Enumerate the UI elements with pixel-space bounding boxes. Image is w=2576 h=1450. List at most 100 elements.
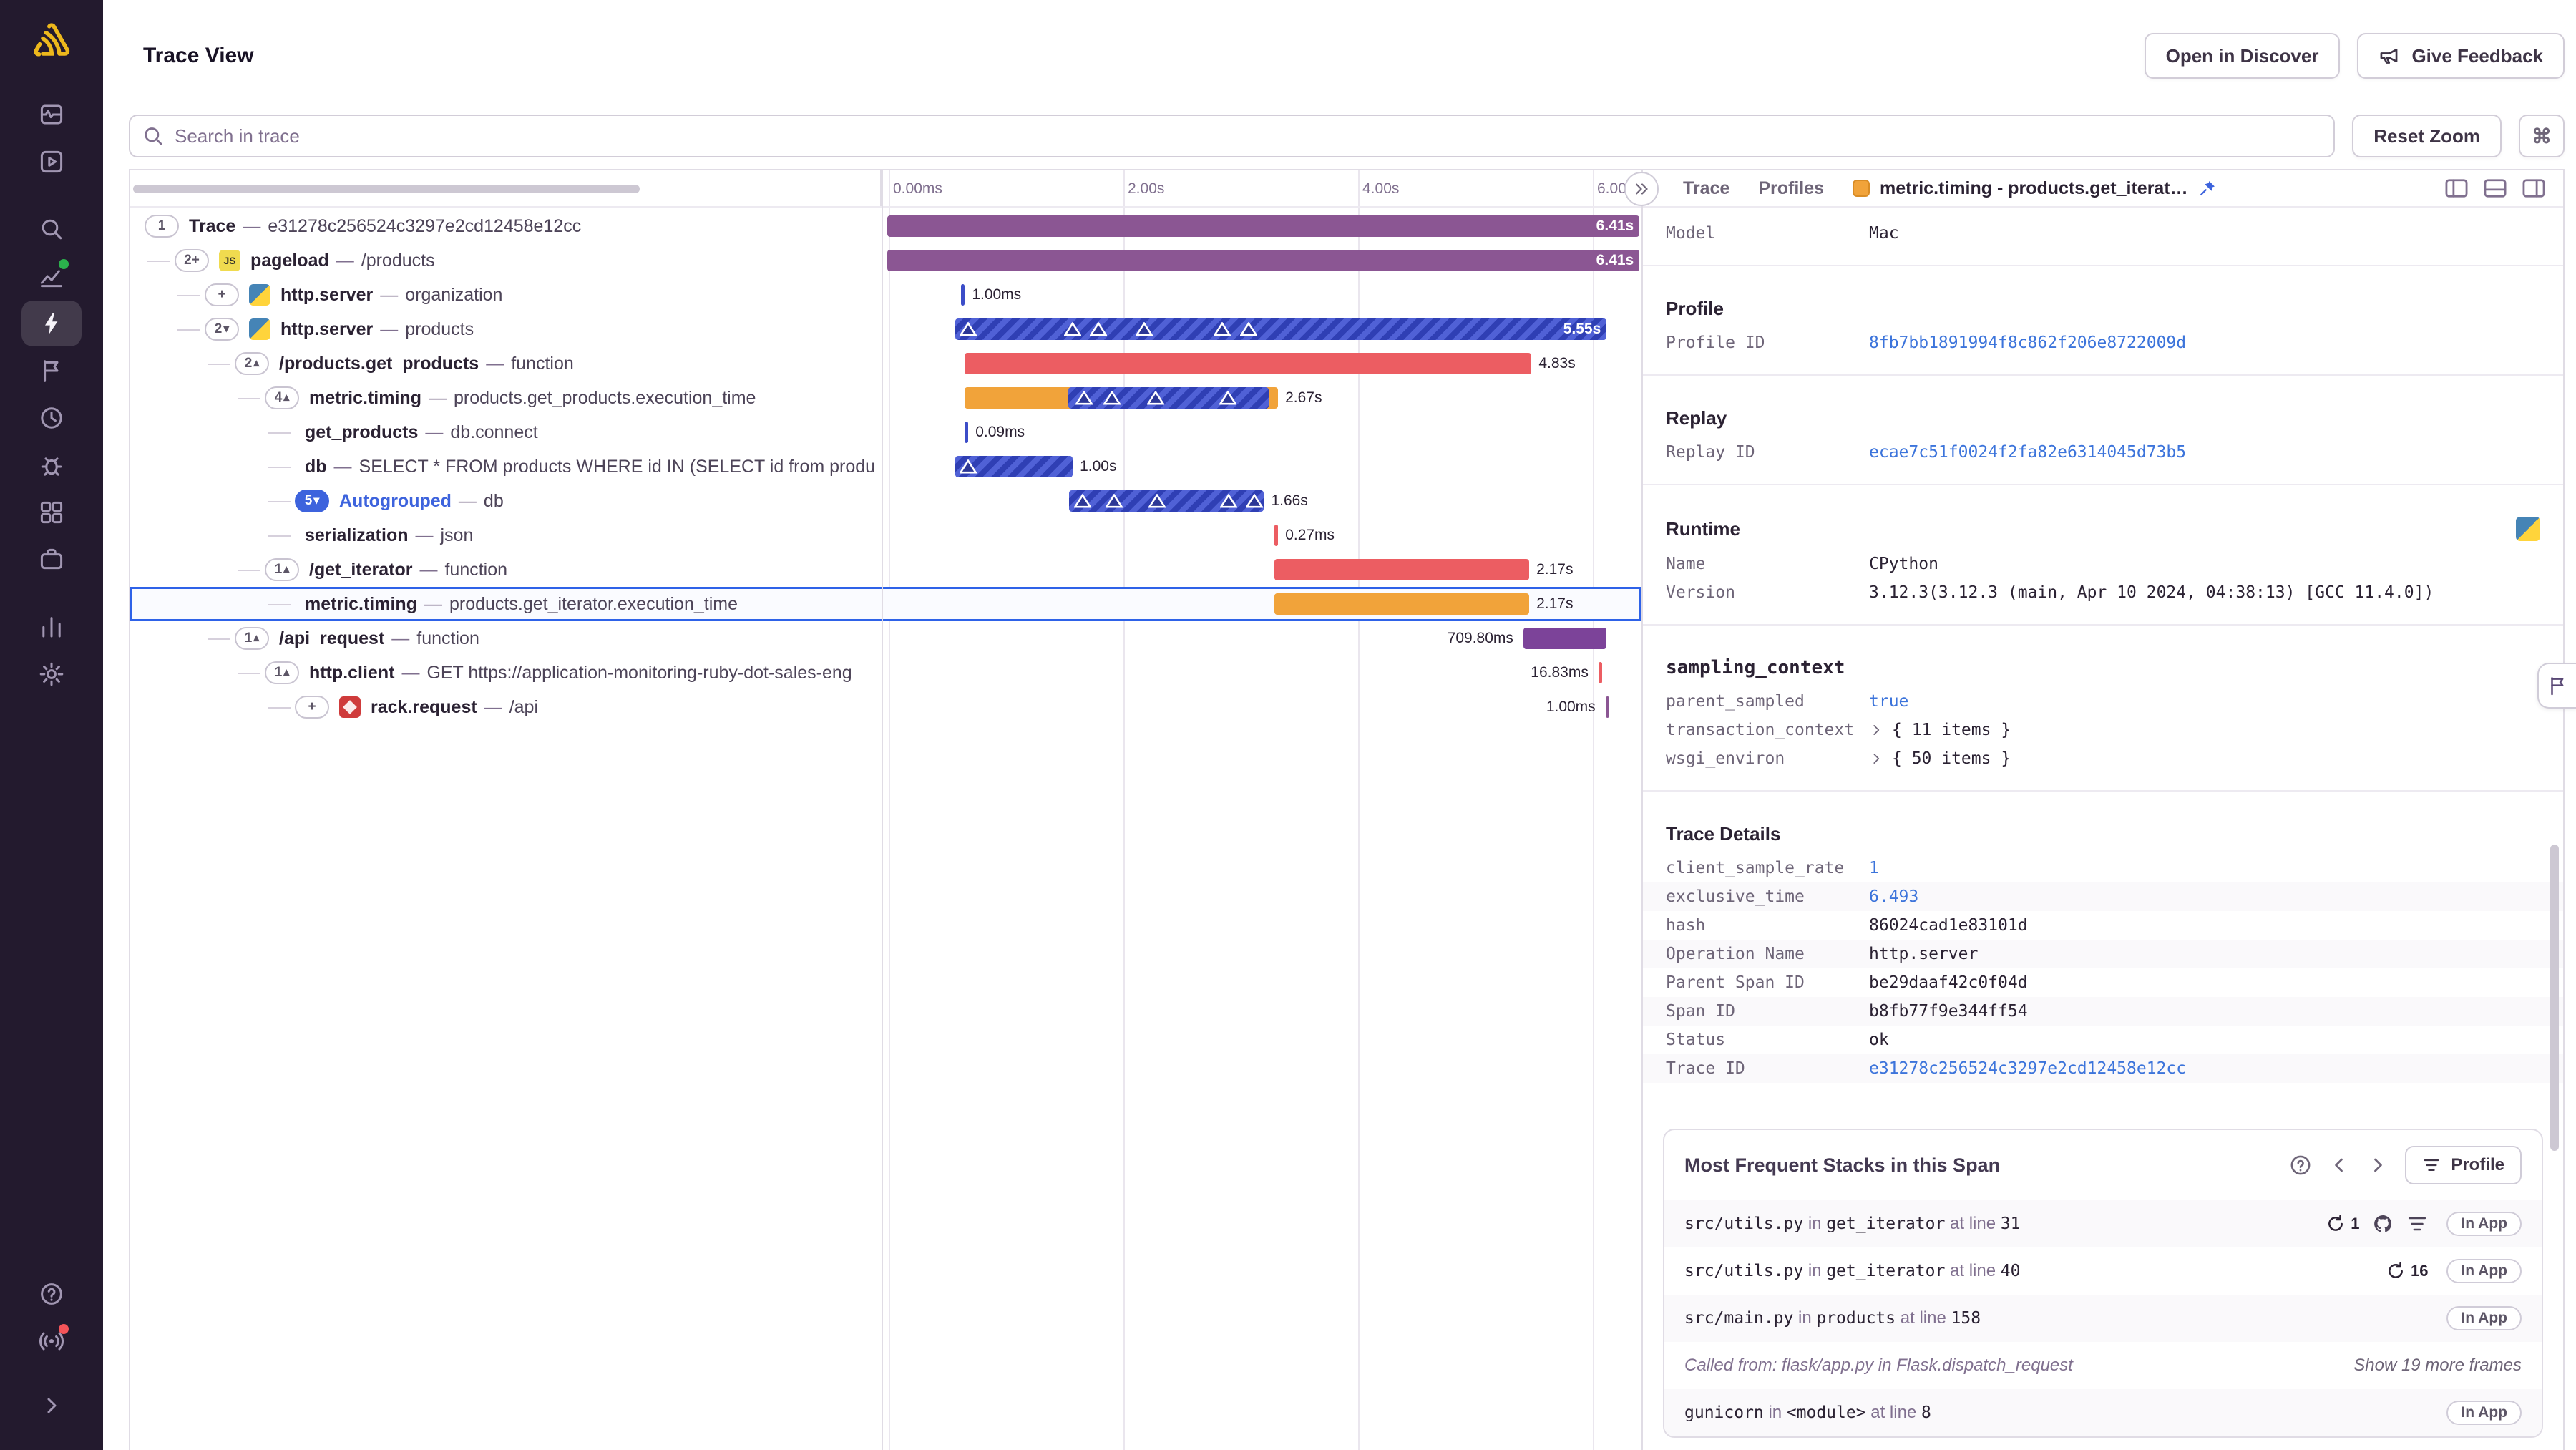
performance-issue-icon[interactable] — [1214, 322, 1231, 336]
kv-value[interactable]: e31278c256524c3297e2cd12458e12cc — [1869, 1059, 2186, 1078]
sidebar-item-broadcast[interactable] — [21, 1318, 82, 1364]
span-duration-bar[interactable] — [1598, 662, 1602, 683]
sidebar-item-projects[interactable] — [21, 139, 82, 185]
performance-issue-icon[interactable] — [960, 459, 977, 474]
performance-issue-icon[interactable] — [1239, 322, 1257, 336]
search-input[interactable] — [129, 115, 2336, 157]
give-feedback-button[interactable]: Give Feedback — [2357, 33, 2565, 79]
trace-row[interactable]: 5 ▾ Autogrouped — db 1.66s — [130, 484, 1641, 518]
sidebar-item-settings[interactable] — [21, 651, 82, 697]
trace-row[interactable]: 2 ▾ http.server — products 5.55s — [130, 312, 1641, 346]
trace-row[interactable]: metric.timing — products.get_iterator.exec… — [130, 587, 1641, 621]
feedback-tab-button[interactable] — [2537, 663, 2576, 709]
sidebar-item-integrations[interactable] — [21, 537, 82, 583]
performance-issue-icon[interactable] — [1103, 391, 1121, 405]
show-more-frames-link[interactable]: Show 19 more frames — [2353, 1356, 2522, 1376]
span-duration-bar[interactable] — [965, 387, 1279, 409]
info-icon[interactable] — [2289, 1154, 2312, 1177]
span-duration-bar[interactable] — [1274, 525, 1279, 546]
span-children-badge[interactable]: + — [205, 283, 239, 306]
collapse-panel-button[interactable] — [1624, 172, 1659, 206]
span-duration-bar[interactable] — [961, 284, 965, 306]
span-duration-bar[interactable]: 6.41s — [887, 215, 1640, 237]
performance-issue-icon[interactable] — [1148, 494, 1166, 508]
span-duration-bar[interactable] — [1274, 559, 1530, 580]
sidebar-item-stats[interactable] — [21, 253, 82, 299]
span-duration-bar[interactable] — [965, 422, 969, 443]
trace-row[interactable]: 1 ▴ http.client — GET https://application-mo… — [130, 656, 1641, 690]
performance-issue-icon[interactable] — [1105, 494, 1123, 508]
sidebar-item-expand[interactable] — [21, 1383, 82, 1429]
performance-issue-icon[interactable] — [960, 322, 977, 336]
sidebar-item-insights[interactable] — [21, 604, 82, 650]
trace-row[interactable]: 1 ▴ /get_iterator — function 2.17s — [130, 553, 1641, 587]
span-duration-bar[interactable] — [955, 456, 1073, 477]
stack-frame-row[interactable]: src/utils.py in get_iterator at line 31 1… — [1664, 1200, 2542, 1247]
performance-issue-icon[interactable] — [1075, 391, 1093, 405]
span-duration-bar[interactable] — [1605, 696, 1609, 718]
sidebar-item-search[interactable] — [21, 206, 82, 252]
profiling-icon[interactable] — [2406, 1213, 2428, 1235]
tree-timeline-divider[interactable] — [882, 170, 883, 1450]
sidebar-item-monitors[interactable] — [21, 442, 82, 488]
span-children-badge[interactable]: 1 ▴ — [265, 661, 299, 684]
horizontal-scrollbar[interactable] — [133, 185, 640, 193]
sidebar-item-dashboards[interactable] — [21, 490, 82, 535]
performance-issue-icon[interactable] — [1063, 322, 1081, 336]
vertical-scrollbar[interactable] — [2550, 845, 2559, 1151]
span-duration-bar[interactable]: 5.55s — [955, 318, 1607, 340]
trace-row[interactable]: 4 ▴ metric.timing — products.get_products.ex… — [130, 381, 1641, 415]
stack-frame-row[interactable]: src/utils.py in get_iterator at line 40 1… — [1664, 1247, 2542, 1295]
span-duration-bar[interactable] — [965, 353, 1532, 374]
trace-row[interactable]: + rack.request — /api 1.00ms — [130, 690, 1641, 724]
sidebar-item-help[interactable] — [21, 1271, 82, 1317]
layout-right-icon[interactable] — [2522, 177, 2546, 199]
span-children-badge[interactable]: + — [295, 696, 329, 719]
span-children-badge[interactable]: 2 ▾ — [205, 318, 239, 341]
profile-button[interactable]: Profile — [2405, 1146, 2522, 1184]
expand-chevron-icon[interactable] — [1869, 751, 1883, 766]
detail-tab[interactable]: Profiles — [1758, 178, 1824, 199]
performance-issue-icon[interactable] — [1220, 494, 1238, 508]
trace-row[interactable]: 2 ▴ /products.get_products — function 4.83s — [130, 346, 1641, 381]
trace-row[interactable]: get_products — db.connect 0.09ms — [130, 415, 1641, 449]
trace-row[interactable]: db — SELECT * FROM products WHERE id IN (S… — [130, 449, 1641, 484]
sidebar-item-issues[interactable] — [21, 92, 82, 137]
performance-issue-icon[interactable] — [1136, 322, 1153, 336]
kv-value[interactable]: 8fb7bb1891994f8c862f206e8722009d — [1869, 334, 2186, 352]
trace-row[interactable]: + http.server — organization 1.00ms — [130, 278, 1641, 312]
next-stack-icon[interactable] — [2366, 1154, 2389, 1177]
span-duration-bar[interactable] — [1274, 593, 1530, 615]
performance-issue-icon[interactable] — [1147, 391, 1165, 405]
span-duration-bar[interactable] — [1523, 628, 1607, 649]
pin-icon[interactable] — [2198, 179, 2217, 198]
span-children-badge[interactable]: 5 ▾ — [295, 490, 329, 512]
kv-value[interactable]: { 11 items } — [1869, 721, 2011, 739]
detail-tab[interactable]: metric.timing - products.get_iterat… — [1853, 178, 2217, 199]
performance-issue-icon[interactable] — [1245, 494, 1263, 508]
sentry-logo[interactable] — [27, 17, 76, 66]
sidebar-item-releases[interactable] — [21, 348, 82, 394]
layout-bottom-icon[interactable] — [2483, 177, 2507, 199]
expand-chevron-icon[interactable] — [1869, 723, 1883, 737]
trace-row[interactable]: 2+ JS pageload — /products 6.41s — [130, 243, 1641, 278]
span-children-badge[interactable]: 2 ▴ — [235, 352, 269, 375]
span-children-badge[interactable]: 1 ▴ — [235, 627, 269, 650]
stack-frame-row[interactable]: src/main.py in products at line 158 In Ap… — [1664, 1295, 2542, 1342]
span-children-badge[interactable]: 2+ — [175, 249, 209, 272]
prev-stack-icon[interactable] — [2328, 1154, 2351, 1177]
kv-value[interactable]: { 50 items } — [1869, 749, 2011, 768]
performance-issue-icon[interactable] — [1074, 494, 1092, 508]
performance-issue-icon[interactable] — [1219, 391, 1237, 405]
shortcut-button[interactable]: ⌘ — [2519, 115, 2565, 157]
span-children-badge[interactable]: 1 ▴ — [265, 558, 299, 581]
performance-issue-icon[interactable] — [1090, 322, 1108, 336]
kv-value[interactable]: ecae7c51f0024f2fa82e6314045d73b5 — [1869, 443, 2186, 462]
reset-zoom-button[interactable]: Reset Zoom — [2352, 115, 2502, 157]
stack-frame-row[interactable]: gunicorn in <module> at line 8 In App — [1664, 1389, 2542, 1436]
open-in-discover-button[interactable]: Open in Discover — [2144, 33, 2341, 79]
span-children-badge[interactable]: 4 ▴ — [265, 386, 299, 409]
detail-tab[interactable]: Trace — [1683, 178, 1729, 199]
trace-row[interactable]: 1 Trace — e31278c256524c3297e2cd12458e12cc 6… — [130, 209, 1641, 243]
sidebar-item-performance[interactable] — [21, 301, 82, 346]
